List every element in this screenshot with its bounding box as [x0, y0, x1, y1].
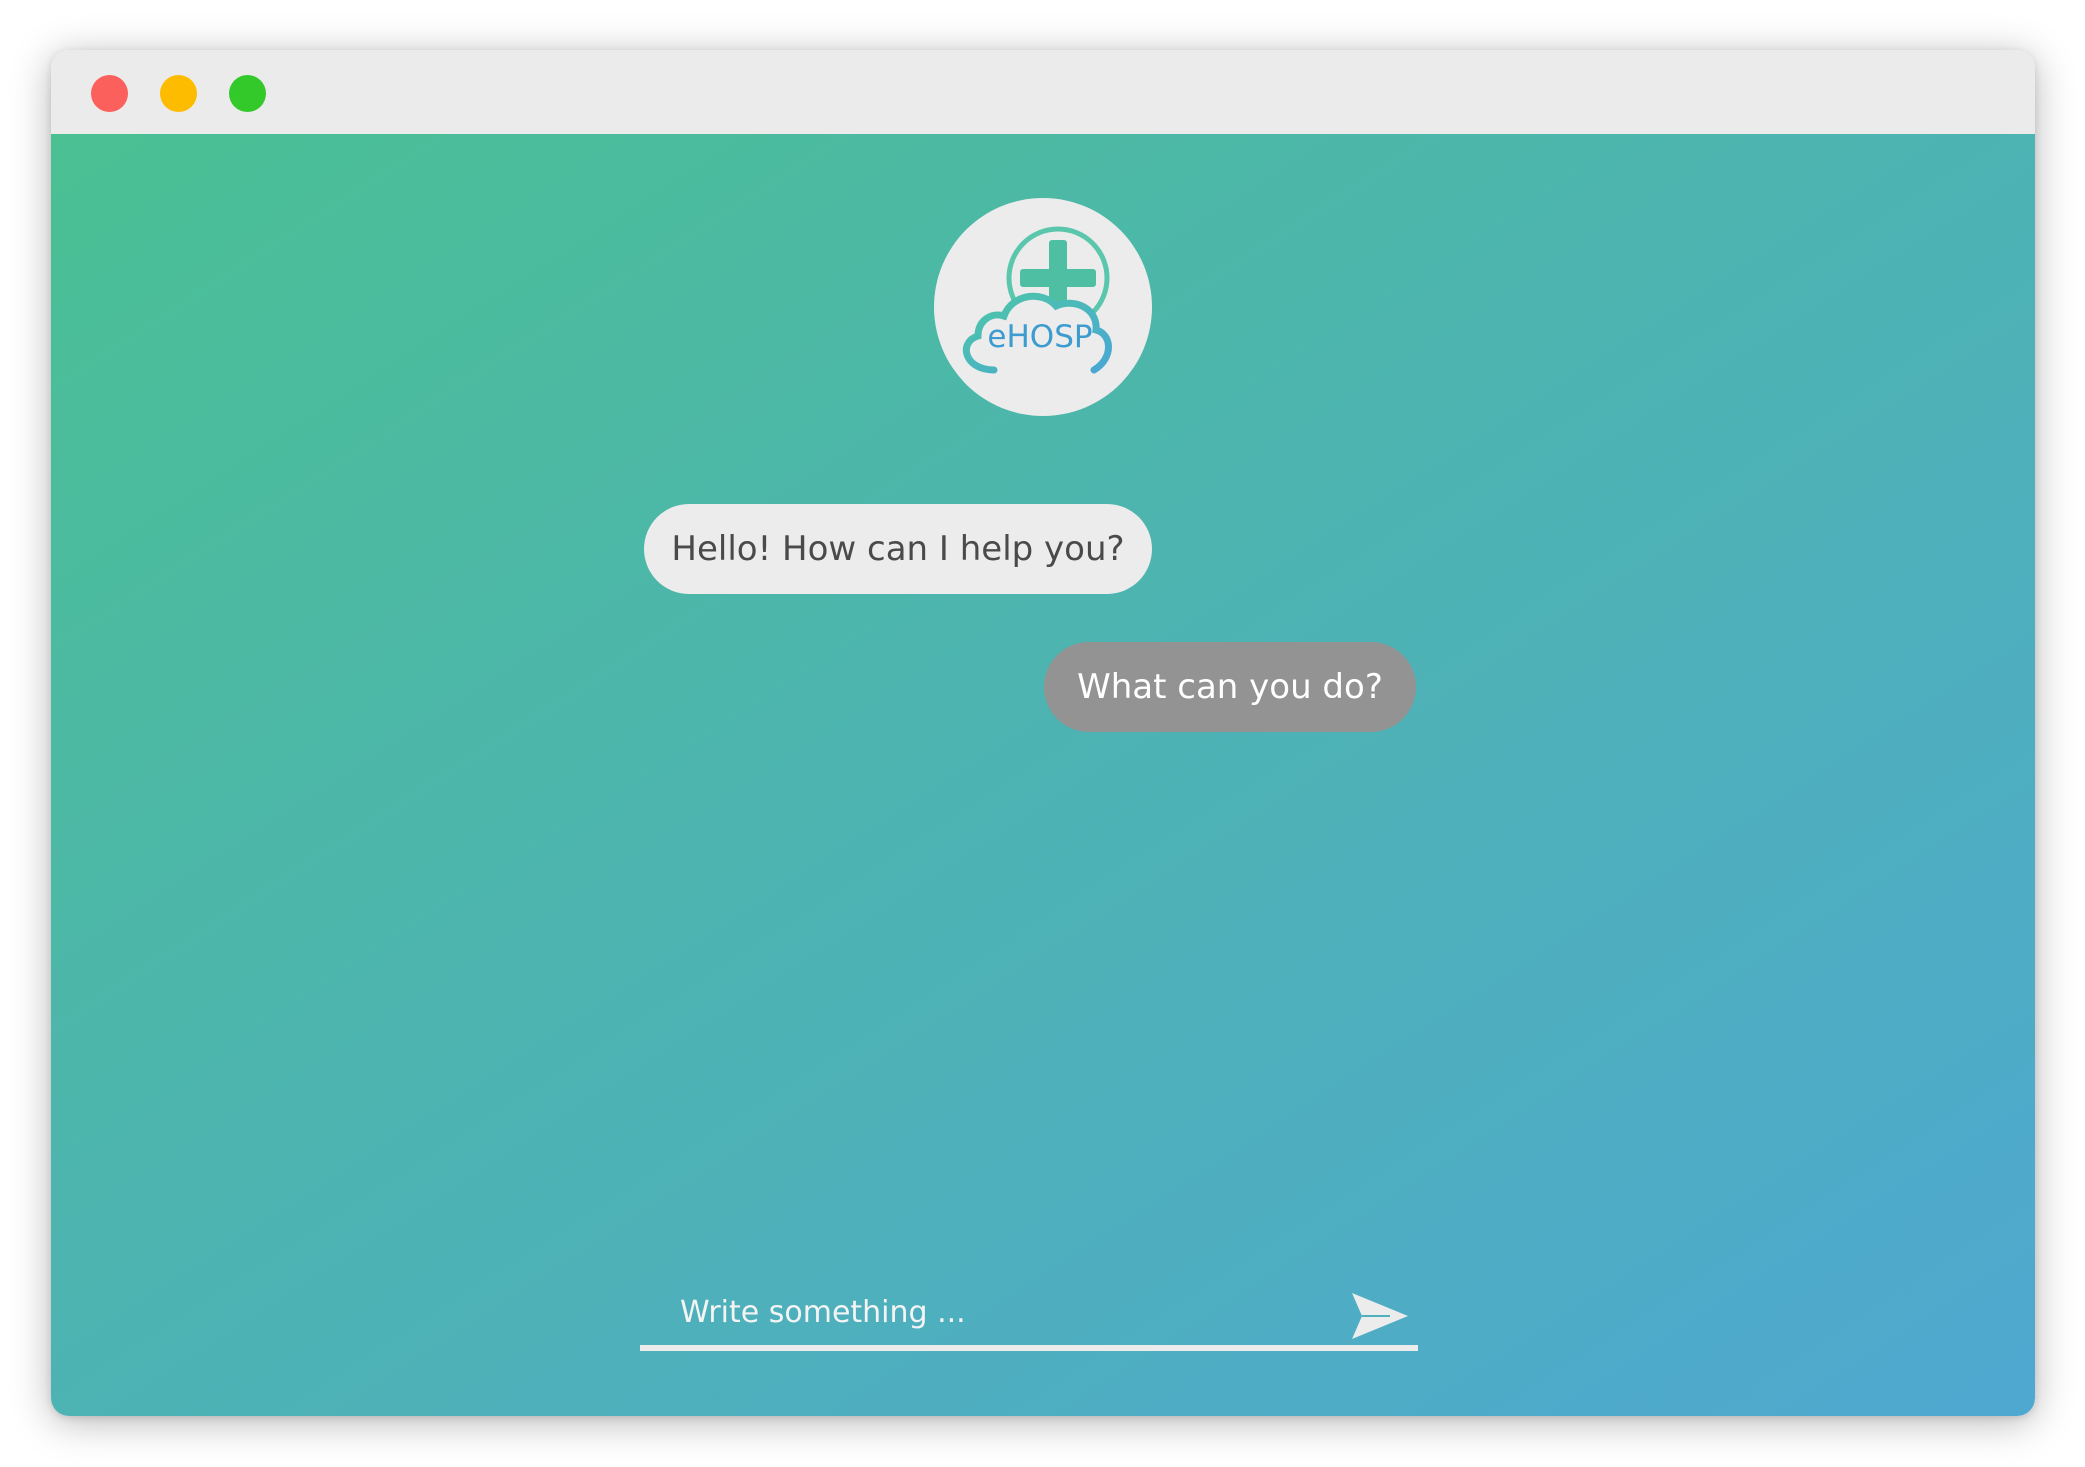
- ehosp-logo: eHOSP: [934, 198, 1152, 416]
- minimize-window-button[interactable]: [160, 75, 197, 112]
- input-underline: [640, 1345, 1418, 1351]
- user-message-bubble: What can you do?: [1044, 642, 1416, 732]
- message-composer: [640, 1279, 1418, 1351]
- title-bar: [51, 50, 2035, 134]
- chat-area: eHOSP Hello! How can I help you? What ca…: [51, 134, 2035, 1416]
- bot-message-bubble: Hello! How can I help you?: [644, 504, 1152, 594]
- app-window: eHOSP Hello! How can I help you? What ca…: [51, 50, 2035, 1416]
- logo-text: eHOSP: [987, 319, 1093, 355]
- medical-cross-cloud-icon: [963, 226, 1112, 374]
- paper-plane-icon[interactable]: [1350, 1291, 1410, 1341]
- message-input[interactable]: [640, 1279, 1320, 1345]
- maximize-window-button[interactable]: [229, 75, 266, 112]
- close-window-button[interactable]: [91, 75, 128, 112]
